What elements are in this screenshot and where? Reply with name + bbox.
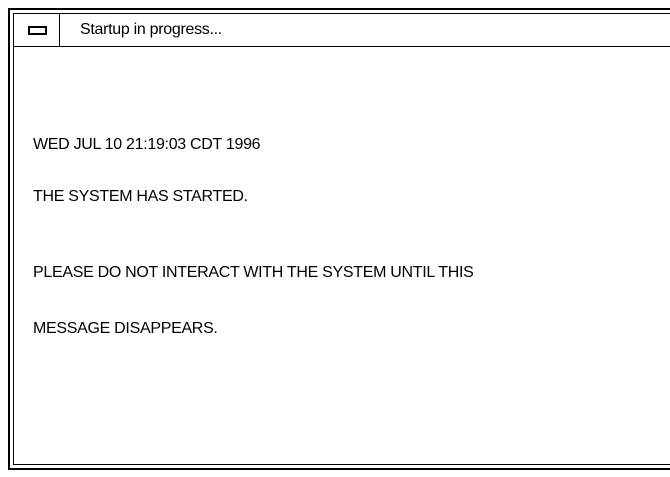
window-body-frame: Startup in progress... WED JUL 10 21:19:…: [13, 13, 670, 465]
startup-window: Startup in progress... WED JUL 10 21:19:…: [8, 8, 670, 470]
warning-text-line-2: MESSAGE DISAPPEARS.: [33, 320, 218, 337]
title-bar[interactable]: Startup in progress...: [14, 14, 670, 47]
warning-text-line-1: PLEASE DO NOT INTERACT WITH THE SYSTEM U…: [33, 264, 474, 281]
window-title: Startup in progress...: [80, 21, 222, 38]
window-menu-button[interactable]: [14, 14, 60, 46]
timestamp-text: WED JUL 10 21:19:03 CDT 1996: [33, 136, 261, 153]
window-menu-icon: [28, 26, 47, 35]
status-text: THE SYSTEM HAS STARTED.: [33, 188, 248, 205]
message-area: WED JUL 10 21:19:03 CDT 1996 THE SYSTEM …: [14, 47, 670, 464]
